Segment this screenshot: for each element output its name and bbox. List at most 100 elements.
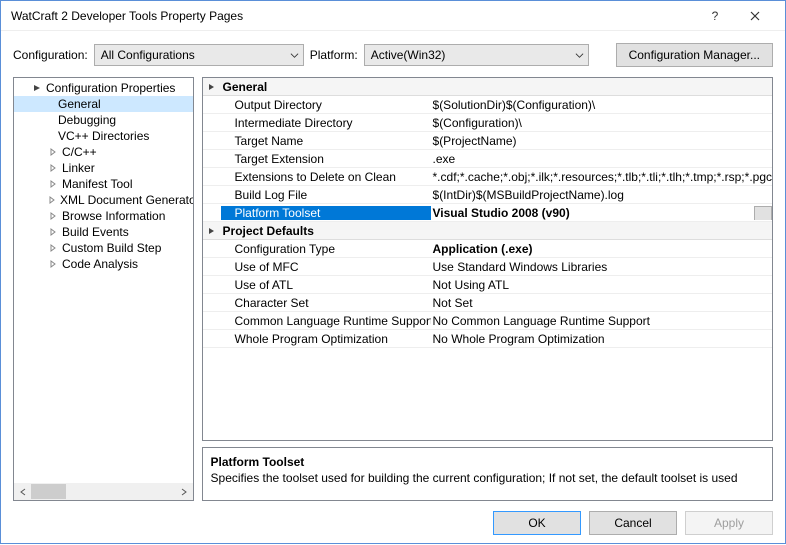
tree-item-label: General [58, 97, 101, 111]
property-row[interactable]: Extensions to Delete on Clean*.cdf;*.cac… [203, 168, 772, 186]
tree-item-label: Debugging [58, 113, 116, 127]
property-name: Build Log File [221, 188, 431, 202]
property-group[interactable]: Project Defaults [203, 222, 772, 240]
tree-panel: Configuration Properties General Debuggin… [13, 77, 194, 501]
property-name: Target Extension [221, 152, 431, 166]
content: Configuration Properties General Debuggin… [1, 77, 785, 501]
tree-item-label: Linker [62, 161, 95, 175]
property-value[interactable]: Not Set [431, 296, 772, 310]
collapse-icon[interactable] [203, 82, 221, 91]
cancel-button[interactable]: Cancel [589, 511, 677, 535]
property-grid-body[interactable]: General Output Directory$(SolutionDir)$(C… [203, 78, 772, 440]
tree-scrollbar[interactable] [14, 483, 193, 500]
property-value[interactable]: $(SolutionDir)$(Configuration)\ [431, 98, 772, 112]
property-value[interactable]: No Whole Program Optimization [431, 332, 772, 346]
tree-item-label: C/C++ [62, 145, 97, 159]
tree-item-c-c-[interactable]: C/C++ [14, 144, 193, 160]
configuration-manager-button[interactable]: Configuration Manager... [616, 43, 773, 67]
property-row[interactable]: Common Language Runtime SupportNo Common… [203, 312, 772, 330]
property-row[interactable]: Use of ATLNot Using ATL [203, 276, 772, 294]
help-property-name: Platform Toolset [211, 454, 764, 470]
property-value[interactable]: $(IntDir)$(MSBuildProjectName).log [431, 188, 772, 202]
tree-item-label: Code Analysis [62, 257, 138, 271]
property-name: Platform Toolset [221, 206, 431, 220]
scrollbar-thumb[interactable] [31, 484, 66, 499]
property-value[interactable]: .exe [431, 152, 772, 166]
property-row[interactable]: Character SetNot Set [203, 294, 772, 312]
help-property-desc: Specifies the toolset used for building … [211, 470, 764, 486]
property-value[interactable]: Visual Studio 2008 (v90) [431, 206, 772, 220]
tree-item-linker[interactable]: Linker [14, 160, 193, 176]
property-name: Use of ATL [221, 278, 431, 292]
property-value[interactable]: *.cdf;*.cache;*.obj;*.ilk;*.resources;*.… [431, 170, 772, 184]
property-row[interactable]: Use of MFCUse Standard Windows Libraries [203, 258, 772, 276]
expand-icon[interactable] [48, 211, 58, 221]
property-name: Intermediate Directory [221, 116, 431, 130]
chevron-down-icon [290, 49, 299, 63]
property-name: Output Directory [221, 98, 431, 112]
property-row[interactable]: Configuration TypeApplication (.exe) [203, 240, 772, 258]
configuration-manager-label: Configuration Manager... [629, 48, 760, 62]
collapse-icon[interactable] [32, 83, 42, 93]
help-button[interactable]: ? [695, 1, 735, 31]
configuration-label: Configuration: [13, 48, 88, 62]
titlebar: WatCraft 2 Developer Tools Property Page… [1, 1, 785, 31]
tree-item-xml-document-generator[interactable]: XML Document Generator [14, 192, 193, 208]
property-name: Extensions to Delete on Clean [221, 170, 431, 184]
expand-icon[interactable] [48, 243, 58, 253]
property-name: Common Language Runtime Support [221, 314, 431, 328]
property-value[interactable]: Not Using ATL [431, 278, 772, 292]
tree-item-browse-information[interactable]: Browse Information [14, 208, 193, 224]
close-button[interactable] [735, 1, 775, 31]
property-row[interactable]: Platform ToolsetVisual Studio 2008 (v90) [203, 204, 772, 222]
tree-item-manifest-tool[interactable]: Manifest Tool [14, 176, 193, 192]
property-value[interactable]: $(ProjectName) [431, 134, 772, 148]
tree-item-custom-build-step[interactable]: Custom Build Step [14, 240, 193, 256]
expand-icon[interactable] [48, 163, 58, 173]
property-row[interactable]: Whole Program OptimizationNo Whole Progr… [203, 330, 772, 348]
tree-root[interactable]: Configuration Properties [14, 80, 193, 96]
group-name: General [221, 80, 268, 94]
scroll-right-icon[interactable] [176, 483, 193, 500]
dropdown-button[interactable] [754, 206, 772, 220]
tree-item-vc-directories[interactable]: VC++ Directories [14, 128, 193, 144]
expand-icon[interactable] [48, 147, 58, 157]
ok-button[interactable]: OK [493, 511, 581, 535]
property-row[interactable]: Target Name$(ProjectName) [203, 132, 772, 150]
platform-select[interactable]: Active(Win32) [364, 44, 589, 66]
property-value[interactable]: No Common Language Runtime Support [431, 314, 772, 328]
collapse-icon[interactable] [203, 226, 221, 235]
tree-item-label: Manifest Tool [62, 177, 132, 191]
close-icon [750, 11, 760, 21]
tree-item-build-events[interactable]: Build Events [14, 224, 193, 240]
property-value[interactable]: $(Configuration)\ [431, 116, 772, 130]
group-name: Project Defaults [221, 224, 314, 238]
configuration-select[interactable]: All Configurations [94, 44, 304, 66]
property-value[interactable]: Use Standard Windows Libraries [431, 260, 772, 274]
right-panel: General Output Directory$(SolutionDir)$(C… [202, 77, 773, 501]
tree-list[interactable]: Configuration Properties General Debuggin… [14, 78, 193, 483]
property-name: Character Set [221, 296, 431, 310]
property-value[interactable]: Application (.exe) [431, 242, 772, 256]
tree-item-code-analysis[interactable]: Code Analysis [14, 256, 193, 272]
property-row[interactable]: Target Extension.exe [203, 150, 772, 168]
property-row[interactable]: Output Directory$(SolutionDir)$(Configur… [203, 96, 772, 114]
tree-item-label: VC++ Directories [58, 129, 149, 143]
platform-label: Platform: [310, 48, 358, 62]
tree-item-debugging[interactable]: Debugging [14, 112, 193, 128]
property-row[interactable]: Build Log File$(IntDir)$(MSBuildProjectN… [203, 186, 772, 204]
tree-item-general[interactable]: General [14, 96, 193, 112]
property-grid: General Output Directory$(SolutionDir)$(C… [202, 77, 773, 441]
expand-icon[interactable] [48, 179, 58, 189]
help-icon: ? [712, 9, 719, 23]
expand-icon[interactable] [48, 195, 56, 205]
chevron-down-icon [575, 49, 584, 63]
tree-item-label: XML Document Generator [60, 193, 193, 207]
property-name: Target Name [221, 134, 431, 148]
tree-item-label: Browse Information [62, 209, 165, 223]
property-group[interactable]: General [203, 78, 772, 96]
scroll-left-icon[interactable] [14, 483, 31, 500]
property-row[interactable]: Intermediate Directory$(Configuration)\ [203, 114, 772, 132]
expand-icon[interactable] [48, 259, 58, 269]
expand-icon[interactable] [48, 227, 58, 237]
